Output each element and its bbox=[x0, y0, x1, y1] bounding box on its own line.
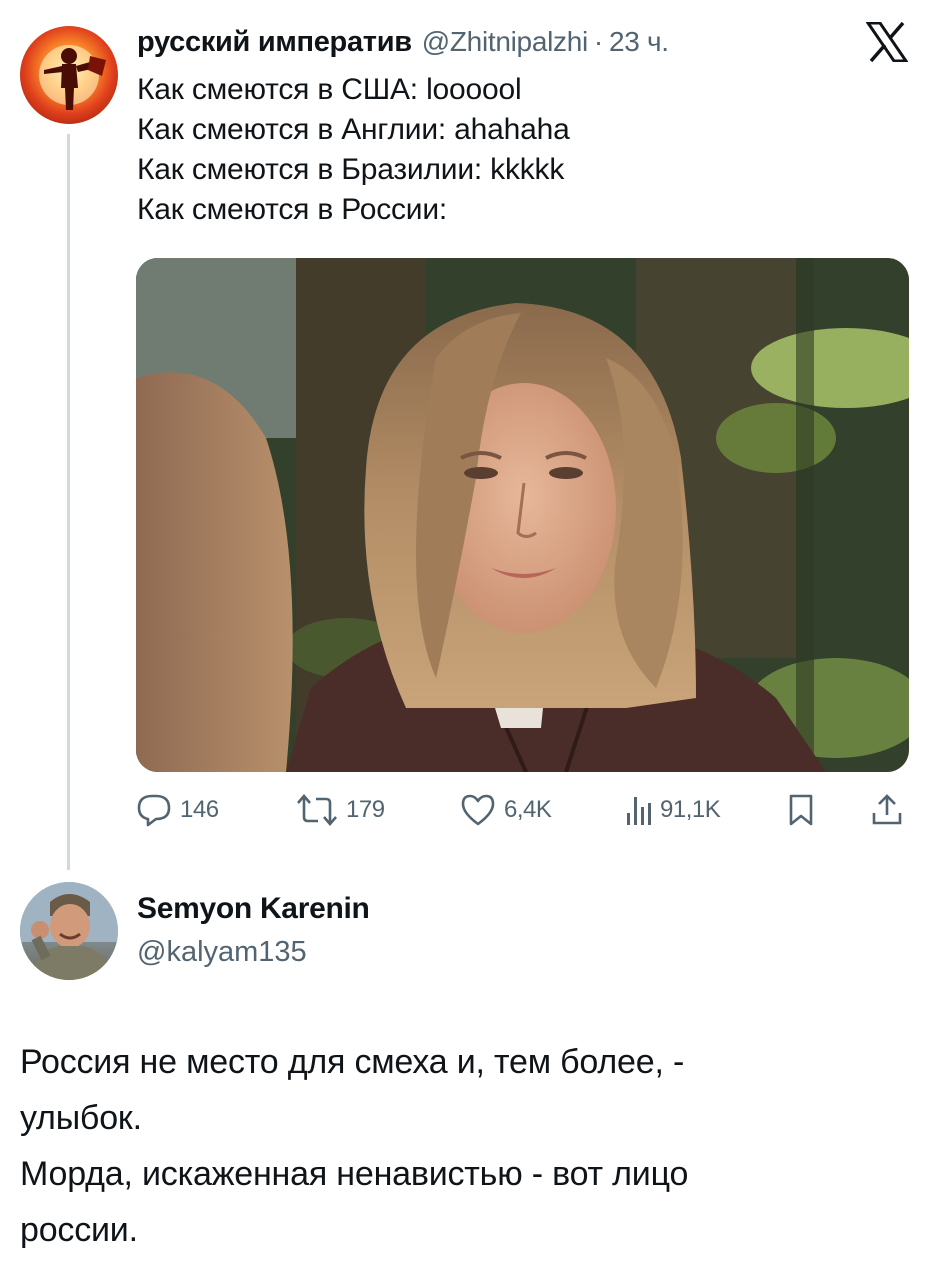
meta-separator: · bbox=[593, 26, 603, 57]
retweet-action[interactable]: 179 bbox=[296, 792, 385, 828]
tweet-action-bar: 146 179 6,4K 91,1K bbox=[136, 792, 914, 828]
tweet-line: Как смеются в Англии: ahahaha bbox=[137, 113, 570, 146]
tweet-timestamp[interactable]: 23 ч. bbox=[609, 26, 669, 58]
like-count: 6,4K bbox=[504, 796, 552, 823]
heart-icon bbox=[461, 794, 495, 826]
share-icon bbox=[872, 794, 902, 825]
reply-line: Морда, искаженная ненавистью - вот лицо bbox=[20, 1155, 689, 1193]
tweet-line: Как смеются в России: bbox=[137, 193, 448, 226]
retweet-count: 179 bbox=[346, 796, 385, 823]
reply-author-handle[interactable]: @kalyam135 bbox=[137, 936, 307, 969]
tweet-text: Как смеются в США: loooool Как смеются в… bbox=[137, 70, 897, 230]
tweet-line: Как смеются в США: loooool bbox=[137, 73, 522, 106]
author-avatar[interactable] bbox=[20, 26, 118, 124]
reply-line: улыбок. bbox=[20, 1099, 142, 1137]
reply-count: 146 bbox=[180, 796, 219, 823]
author-name[interactable]: русский императив bbox=[137, 26, 412, 59]
tweet-header: русский императив @Zhitnipalzhi · 23 ч. bbox=[137, 26, 669, 60]
author-handle[interactable]: @Zhitnipalzhi bbox=[422, 26, 588, 58]
reply-line: россии. bbox=[20, 1211, 138, 1249]
reply-text: Россия не место для смеха и, тем более, … bbox=[20, 1034, 900, 1258]
like-action[interactable]: 6,4K bbox=[460, 792, 552, 828]
reply-author-avatar[interactable] bbox=[20, 882, 118, 980]
tweet-media-image[interactable] bbox=[136, 258, 909, 772]
bookmark-icon bbox=[789, 794, 813, 826]
avatar-figure-image bbox=[39, 45, 106, 110]
media-photo-illustration bbox=[136, 258, 909, 772]
tweet-line: Как смеются в Бразилии: kkkkk bbox=[137, 153, 565, 186]
views-count: 91,1K bbox=[660, 796, 721, 823]
thread-connector-line bbox=[67, 134, 70, 870]
reply-line: Россия не место для смеха и, тем более, … bbox=[20, 1043, 685, 1081]
reply-icon bbox=[137, 794, 171, 827]
views-bar-chart-icon bbox=[627, 797, 651, 825]
avatar-man-image bbox=[20, 882, 118, 980]
retweet-icon bbox=[297, 794, 337, 826]
reply-author-name[interactable]: Semyon Karenin bbox=[137, 892, 370, 926]
reply-action[interactable]: 146 bbox=[136, 792, 219, 828]
share-action[interactable] bbox=[870, 792, 904, 828]
bookmark-action[interactable] bbox=[786, 792, 816, 828]
views-action[interactable]: 91,1K bbox=[624, 792, 721, 828]
x-logo-icon[interactable] bbox=[865, 21, 909, 63]
